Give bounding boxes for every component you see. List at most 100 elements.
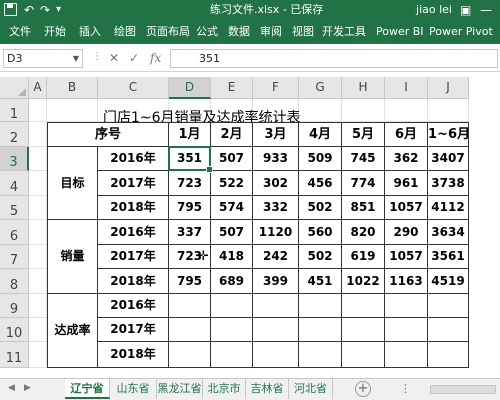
column-header-c[interactable]: C: [98, 77, 169, 99]
row-header-8[interactable]: 8: [0, 269, 29, 294]
value-cell[interactable]: 399: [253, 269, 299, 294]
value-cell[interactable]: [169, 294, 211, 318]
formula-bar-resize-icon[interactable]: ⋮: [92, 51, 102, 62]
value-cell[interactable]: 1120: [253, 220, 299, 245]
row-header-11[interactable]: 11: [0, 342, 29, 368]
value-cell[interactable]: 1057: [385, 245, 428, 269]
sheet-tab-hebei[interactable]: 河北省: [289, 379, 333, 399]
sheet-tab-liaoning[interactable]: 辽宁省: [65, 379, 110, 399]
value-cell[interactable]: 560: [299, 220, 342, 245]
row-header-6[interactable]: 6: [0, 220, 29, 245]
tab-data[interactable]: 数据: [228, 25, 250, 39]
value-cell[interactable]: [253, 342, 299, 368]
year-cell[interactable]: 2017年: [98, 245, 169, 269]
column-header-b[interactable]: B: [47, 77, 98, 99]
year-cell[interactable]: 2016年: [98, 147, 169, 171]
value-cell[interactable]: [253, 318, 299, 342]
name-box[interactable]: D3 ▼: [3, 49, 83, 68]
header-month[interactable]: 1月: [169, 122, 211, 147]
column-header-h[interactable]: H: [342, 77, 385, 99]
value-cell[interactable]: 4112: [428, 196, 469, 220]
tab-file[interactable]: 文件: [9, 25, 31, 39]
ribbon-display-options-icon[interactable]: ▣: [460, 2, 471, 18]
value-cell[interactable]: 619: [342, 245, 385, 269]
value-cell[interactable]: 3407: [428, 147, 469, 171]
value-cell[interactable]: [385, 318, 428, 342]
sheet-next-icon[interactable]: ▶: [24, 383, 31, 393]
year-cell[interactable]: 2018年: [98, 342, 169, 368]
value-cell[interactable]: [211, 318, 253, 342]
header-serial[interactable]: 序号: [47, 122, 169, 147]
value-cell[interactable]: [299, 342, 342, 368]
column-header-e[interactable]: E: [211, 77, 253, 99]
redo-icon[interactable]: ↷: [40, 2, 50, 18]
value-cell[interactable]: 418: [211, 245, 253, 269]
value-cell[interactable]: 933: [253, 147, 299, 171]
column-header-f[interactable]: F: [253, 77, 299, 99]
cell[interactable]: [29, 99, 47, 122]
tab-formulas[interactable]: 公式: [196, 25, 218, 39]
value-cell[interactable]: [385, 342, 428, 368]
value-cell[interactable]: 3561: [428, 245, 469, 269]
row-header-1[interactable]: 1: [0, 99, 29, 122]
value-cell[interactable]: 4519: [428, 269, 469, 294]
value-cell[interactable]: 502: [299, 196, 342, 220]
row-header-3[interactable]: 3: [0, 147, 29, 171]
group-label[interactable]: 达成率: [47, 294, 98, 368]
year-cell[interactable]: 2016年: [98, 294, 169, 318]
sheet-tab-heilongjiang[interactable]: 黑龙江省: [157, 379, 203, 399]
value-cell[interactable]: 456: [299, 171, 342, 196]
value-cell[interactable]: 337: [169, 220, 211, 245]
value-cell[interactable]: 502: [299, 245, 342, 269]
horizontal-scrollbar[interactable]: [430, 385, 496, 394]
header-month[interactable]: 5月: [342, 122, 385, 147]
value-cell[interactable]: 1163: [385, 269, 428, 294]
value-cell[interactable]: 3738: [428, 171, 469, 196]
sheet-tab-jilin[interactable]: 吉林省: [246, 379, 289, 399]
save-icon[interactable]: [4, 3, 17, 16]
group-label[interactable]: 目标: [47, 147, 98, 220]
cell[interactable]: [342, 99, 385, 122]
year-cell[interactable]: 2018年: [98, 269, 169, 294]
cell[interactable]: [29, 318, 47, 342]
value-cell[interactable]: 795: [169, 269, 211, 294]
value-cell[interactable]: 851: [342, 196, 385, 220]
cell[interactable]: [299, 99, 342, 122]
value-cell[interactable]: 351: [169, 147, 211, 171]
value-cell[interactable]: 507: [211, 147, 253, 171]
value-cell[interactable]: [385, 294, 428, 318]
value-cell[interactable]: 1057: [385, 196, 428, 220]
value-cell[interactable]: [211, 342, 253, 368]
cell[interactable]: [29, 294, 47, 318]
year-cell[interactable]: 2018年: [98, 196, 169, 220]
value-cell[interactable]: 509: [299, 147, 342, 171]
sheet-tab-shandong[interactable]: 山东省: [110, 379, 157, 399]
cell[interactable]: [428, 99, 469, 122]
value-cell[interactable]: 522: [211, 171, 253, 196]
cell[interactable]: [29, 269, 47, 294]
value-cell[interactable]: [342, 318, 385, 342]
undo-icon[interactable]: ↶: [24, 2, 34, 18]
column-header-a[interactable]: A: [29, 77, 47, 99]
cell[interactable]: [29, 196, 47, 220]
year-cell[interactable]: 2017年: [98, 171, 169, 196]
row-header-4[interactable]: 4: [0, 171, 29, 196]
add-sheet-icon[interactable]: +: [355, 381, 371, 397]
header-month[interactable]: 2月: [211, 122, 253, 147]
value-cell[interactable]: 723: [169, 171, 211, 196]
value-cell[interactable]: [428, 342, 469, 368]
value-cell[interactable]: 302: [253, 171, 299, 196]
insert-function-icon[interactable]: fx: [150, 51, 161, 65]
customize-quick-access-icon[interactable]: ▾: [56, 2, 61, 18]
header-month[interactable]: 6月: [385, 122, 428, 147]
value-cell[interactable]: 507: [211, 220, 253, 245]
formula-input[interactable]: 351: [170, 49, 498, 68]
row-header-7[interactable]: 7: [0, 245, 29, 269]
header-month[interactable]: 1~6月: [428, 122, 469, 147]
cell[interactable]: [29, 171, 47, 196]
value-cell[interactable]: [169, 342, 211, 368]
confirm-icon[interactable]: ✓: [129, 51, 139, 65]
column-header-g[interactable]: G: [299, 77, 342, 99]
tab-developer[interactable]: 开发工具: [322, 25, 366, 39]
value-cell[interactable]: 745: [342, 147, 385, 171]
